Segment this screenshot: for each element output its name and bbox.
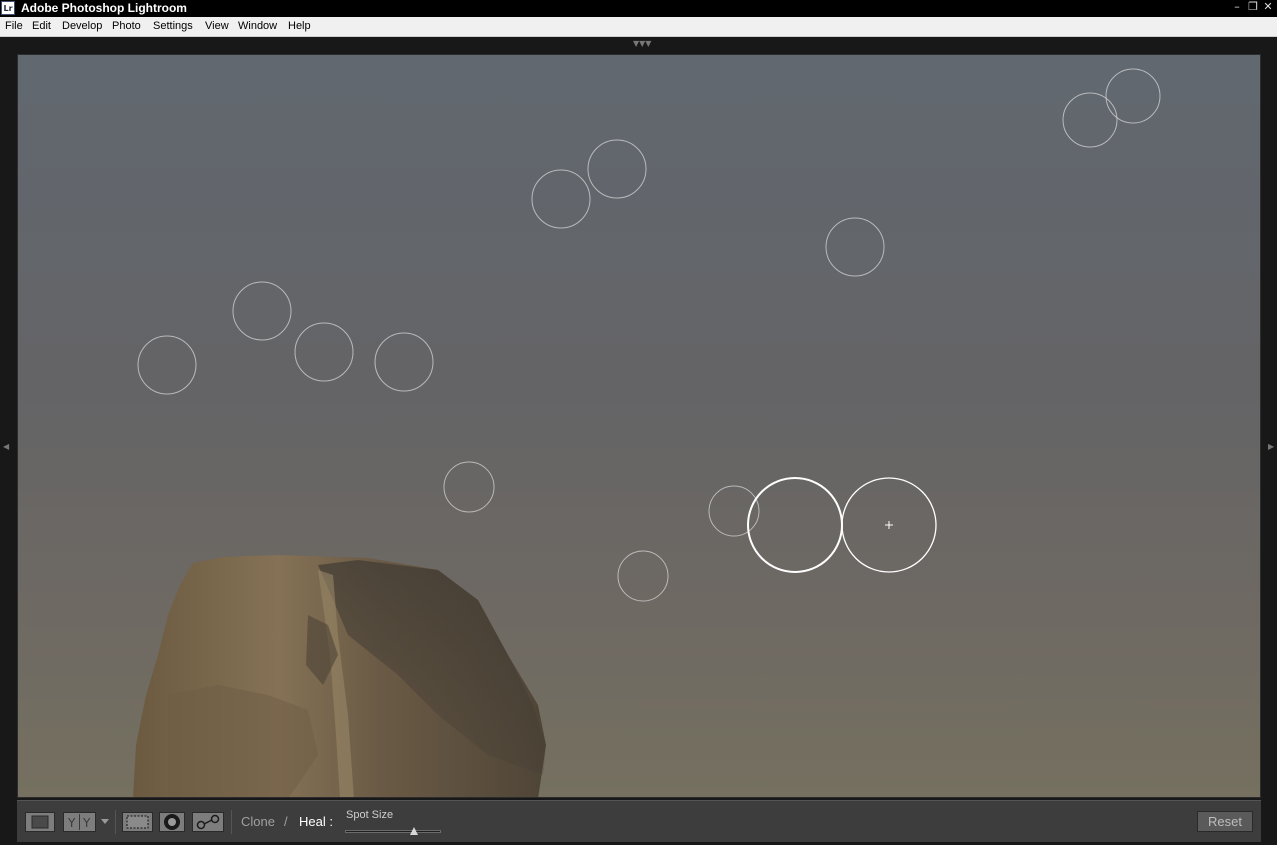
menu-photo[interactable]: Photo [112, 17, 141, 36]
menu-edit[interactable]: Edit [32, 17, 51, 36]
reset-button[interactable]: Reset [1197, 811, 1253, 832]
spot-circle[interactable] [443, 461, 495, 513]
before-after-view-icon: Y Y [67, 814, 91, 830]
spot-size-slider-thumb[interactable] [410, 827, 419, 835]
spot-removal-button[interactable] [159, 812, 185, 832]
menu-develop[interactable]: Develop [62, 17, 102, 36]
red-eye-button[interactable] [192, 812, 224, 832]
spot-removal-icon [164, 814, 180, 830]
window-title: Adobe Photoshop Lightroom [21, 1, 187, 15]
panel-toggle-top-icon[interactable]: ▼▼▼ [633, 40, 651, 48]
menu-help[interactable]: Help [288, 17, 311, 36]
menu-settings[interactable]: Settings [153, 17, 193, 36]
crosshair-cursor-icon [885, 521, 893, 529]
spot-circle[interactable] [708, 485, 760, 537]
restore-button[interactable]: ❐ [1246, 0, 1260, 16]
photo-canvas[interactable] [17, 54, 1261, 798]
spot-circle[interactable] [587, 139, 647, 199]
toolbar-divider [115, 810, 116, 834]
red-eye-icon [196, 814, 220, 830]
active-spot-source-circle[interactable] [747, 477, 843, 573]
spot-size-label: Spot Size [346, 809, 394, 821]
loupe-view-button[interactable] [25, 812, 55, 832]
spot-circle[interactable] [531, 169, 591, 229]
spot-circle[interactable] [374, 332, 434, 392]
sphinx-head [133, 555, 546, 797]
menu-file[interactable]: File [5, 17, 23, 36]
heal-mode-option[interactable]: Heal : [299, 814, 333, 829]
menu-bar: File Edit Develop Photo Settings View Wi… [0, 17, 1277, 37]
close-button[interactable]: ✕ [1261, 0, 1275, 16]
spot-circle[interactable] [137, 335, 197, 395]
loupe-view-icon [31, 815, 49, 829]
menu-view[interactable]: View [205, 17, 229, 36]
panel-toggle-right-icon[interactable]: ▶ [1268, 443, 1274, 451]
photo-image [133, 68, 1161, 797]
mode-separator: / [284, 814, 288, 829]
lightroom-logo-icon: Lr [1, 1, 15, 15]
spot-circle[interactable] [232, 281, 292, 341]
panel-toggle-left-icon[interactable]: ◀ [3, 443, 9, 451]
spot-circle[interactable] [1062, 92, 1118, 148]
crop-overlay-icon [126, 815, 149, 829]
title-bar: Lr Adobe Photoshop Lightroom – ❐ ✕ [0, 0, 1277, 17]
before-after-button[interactable]: Y Y [63, 812, 96, 832]
spot-circle[interactable] [1105, 68, 1161, 124]
spot-circle[interactable] [617, 550, 669, 602]
toolbar-divider [231, 810, 232, 834]
spot-circle[interactable] [294, 322, 354, 382]
chevron-down-icon[interactable] [101, 819, 109, 825]
spot-removal-toolbar: Y Y Clone / Heal : Spot Size Reset [17, 800, 1261, 842]
svg-text:Y: Y [67, 816, 76, 830]
minimize-button[interactable]: – [1230, 0, 1244, 16]
menu-window[interactable]: Window [238, 17, 277, 36]
clone-mode-option[interactable]: Clone [241, 814, 275, 829]
crop-overlay-button[interactable] [122, 812, 153, 832]
spot-circle[interactable] [825, 217, 885, 277]
spot-size-slider[interactable] [345, 830, 441, 833]
svg-text:Y: Y [82, 816, 91, 830]
